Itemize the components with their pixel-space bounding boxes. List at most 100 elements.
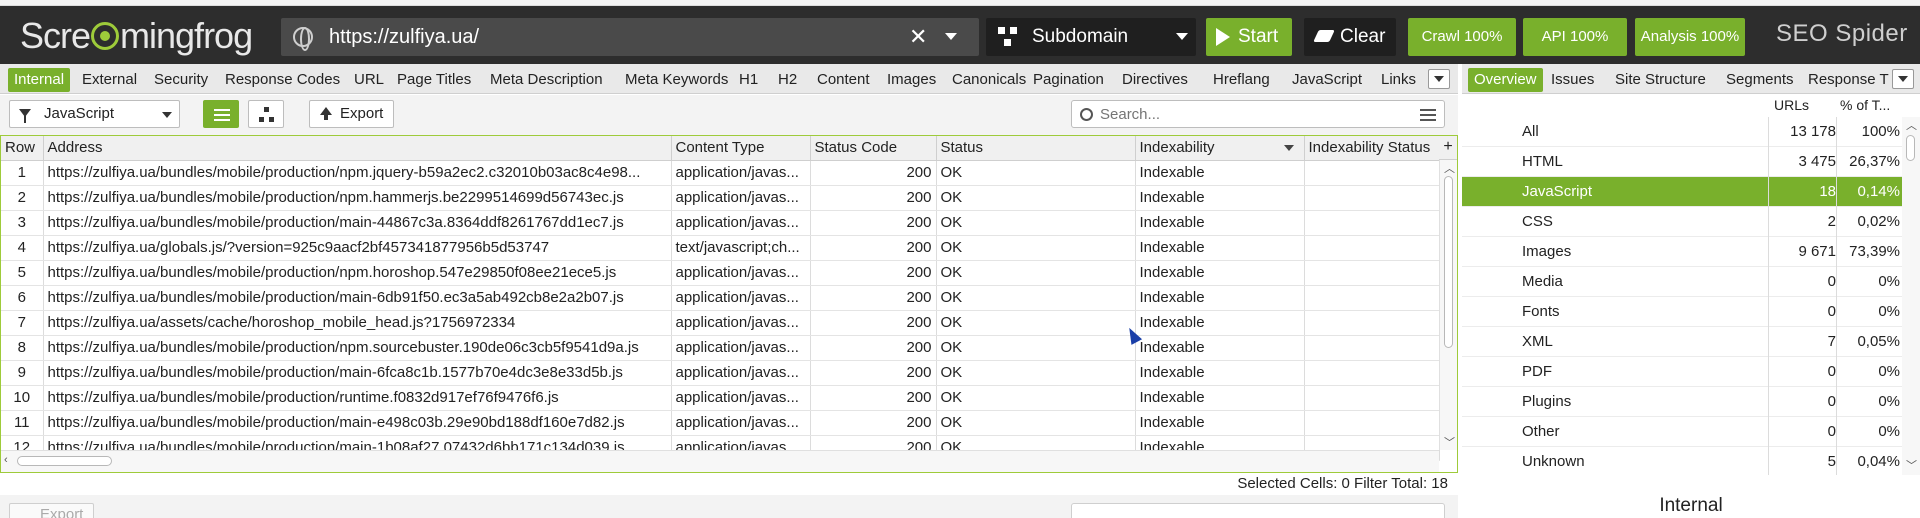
overview-row-all[interactable]: All 13 178 100% bbox=[1462, 117, 1902, 147]
table-cell-content-type[interactable]: application/javas... bbox=[671, 310, 811, 336]
table-row[interactable]: 3 https://zulfiya.ua/bundles/mobile/produ… bbox=[1, 210, 1440, 236]
table-vertical-scrollbar[interactable]: ︿ ﹀ bbox=[1439, 160, 1457, 450]
scroll-up-icon[interactable]: ︿ bbox=[1444, 160, 1455, 176]
url-input-box[interactable]: https://zulfiya.ua/ ✕ bbox=[281, 18, 979, 56]
overview-row-unknown[interactable]: Unknown 5 0,04% bbox=[1462, 447, 1902, 475]
table-row[interactable]: 9 https://zulfiya.ua/bundles/mobile/produ… bbox=[1, 360, 1440, 386]
table-cell-status[interactable]: OK bbox=[936, 385, 1136, 411]
overview-vertical-scrollbar[interactable]: ︿ ﹀ bbox=[1902, 117, 1920, 475]
table-cell-indexability-status[interactable] bbox=[1304, 185, 1440, 211]
overview-row-css[interactable]: CSS 2 0,02% bbox=[1462, 207, 1902, 237]
table-cell-address[interactable]: https://zulfiya.ua/bundles/mobile/produc… bbox=[43, 410, 672, 436]
analysis-progress-badge[interactable]: Analysis 100% bbox=[1635, 18, 1745, 56]
tab-content[interactable]: Content bbox=[811, 68, 876, 92]
table-cell-indexability[interactable]: Indexable bbox=[1135, 410, 1305, 436]
table-cell-status-code[interactable]: 200 bbox=[810, 335, 937, 361]
table-cell-indexability[interactable]: Indexable bbox=[1135, 210, 1305, 236]
scroll-down-icon[interactable]: ﹀ bbox=[1444, 434, 1455, 450]
table-cell-status[interactable]: OK bbox=[936, 310, 1136, 336]
scrollbar-thumb[interactable] bbox=[1444, 176, 1453, 348]
table-cell-indexability[interactable]: Indexable bbox=[1135, 260, 1305, 286]
overview-row-plugins[interactable]: Plugins 0 0% bbox=[1462, 387, 1902, 417]
column-header-indexability[interactable]: Indexability bbox=[1135, 136, 1305, 161]
column-header-status[interactable]: Status bbox=[936, 136, 1136, 161]
lower-export-button[interactable]: Export bbox=[9, 503, 94, 518]
table-cell-content-type[interactable]: application/javas... bbox=[671, 410, 811, 436]
table-cell-content-type[interactable]: application/javas... bbox=[671, 210, 811, 236]
table-cell-row[interactable]: 2 bbox=[1, 185, 44, 211]
table-row[interactable]: 5 https://zulfiya.ua/bundles/mobile/produ… bbox=[1, 260, 1440, 286]
tab-security[interactable]: Security bbox=[148, 68, 214, 92]
table-row[interactable]: 11 https://zulfiya.ua/bundles/mobile/prod… bbox=[1, 410, 1440, 436]
table-cell-row[interactable]: 6 bbox=[1, 285, 44, 311]
table-cell-indexability[interactable]: Indexable bbox=[1135, 385, 1305, 411]
table-cell-content-type[interactable]: application/javas... bbox=[671, 160, 811, 186]
tab-overview[interactable]: Overview bbox=[1468, 68, 1543, 92]
tree-view-button[interactable] bbox=[248, 100, 284, 128]
clear-url-icon[interactable]: ✕ bbox=[909, 24, 927, 50]
table-cell-status[interactable]: OK bbox=[936, 335, 1136, 361]
scrollbar-thumb[interactable] bbox=[17, 456, 112, 466]
table-cell-status[interactable]: OK bbox=[936, 260, 1136, 286]
table-cell-row[interactable]: 9 bbox=[1, 360, 44, 386]
table-cell-indexability[interactable]: Indexable bbox=[1135, 360, 1305, 386]
table-cell-indexability-status[interactable] bbox=[1304, 385, 1440, 411]
scroll-down-icon[interactable]: ﹀ bbox=[1906, 457, 1917, 473]
table-cell-address[interactable]: https://zulfiya.ua/globals.js/?version=9… bbox=[43, 235, 672, 261]
table-row[interactable]: 6 https://zulfiya.ua/bundles/mobile/produ… bbox=[1, 285, 1440, 311]
tab-hreflang[interactable]: Hreflang bbox=[1207, 68, 1276, 92]
tab-h2[interactable]: H2 bbox=[772, 68, 803, 92]
table-horizontal-scrollbar[interactable]: ‹ bbox=[1, 450, 1439, 472]
tab-response-codes[interactable]: Response Codes bbox=[219, 68, 346, 92]
overview-row-images[interactable]: Images 9 671 73,39% bbox=[1462, 237, 1902, 267]
table-cell-content-type[interactable]: application/javas... bbox=[671, 385, 811, 411]
tab-segments[interactable]: Segments bbox=[1720, 68, 1800, 92]
column-filter-chevron-icon[interactable] bbox=[1283, 145, 1294, 151]
tab-internal[interactable]: Internal bbox=[8, 68, 71, 92]
lower-search-box[interactable] bbox=[1071, 503, 1445, 518]
tab-canonicals[interactable]: Canonicals bbox=[946, 68, 1032, 92]
table-cell-status[interactable]: OK bbox=[936, 410, 1136, 436]
percent-column-header[interactable]: % of T... bbox=[1840, 97, 1890, 113]
overview-row-html[interactable]: HTML 3 475 26,37% bbox=[1462, 147, 1902, 177]
table-row[interactable]: 8 https://zulfiya.ua/bundles/mobile/produ… bbox=[1, 335, 1440, 361]
table-cell-address[interactable]: https://zulfiya.ua/bundles/mobile/produc… bbox=[43, 285, 672, 311]
crawl-progress-badge[interactable]: Crawl 100% bbox=[1408, 18, 1516, 56]
table-cell-status-code[interactable]: 200 bbox=[810, 260, 937, 286]
tab-meta-keywords[interactable]: Meta Keywords bbox=[619, 68, 734, 92]
table-cell-indexability[interactable]: Indexable bbox=[1135, 310, 1305, 336]
scrollbar-thumb[interactable] bbox=[1906, 135, 1915, 161]
table-cell-row[interactable]: 1 bbox=[1, 160, 44, 186]
table-cell-address[interactable]: https://zulfiya.ua/assets/cache/horoshop… bbox=[43, 310, 672, 336]
table-cell-content-type[interactable]: application/javas... bbox=[671, 185, 811, 211]
column-header-indexability-status[interactable]: Indexability Status bbox=[1304, 136, 1440, 161]
tab-pagination[interactable]: Pagination bbox=[1027, 68, 1110, 92]
tab-url[interactable]: URL bbox=[348, 68, 390, 92]
scroll-up-icon[interactable]: ︿ bbox=[1906, 117, 1917, 133]
overview-row-javascript[interactable]: JavaScript 18 0,14% bbox=[1462, 177, 1902, 207]
table-cell-status-code[interactable]: 200 bbox=[810, 185, 937, 211]
table-cell-indexability[interactable]: Indexable bbox=[1135, 335, 1305, 361]
tab-directives[interactable]: Directives bbox=[1116, 68, 1194, 92]
overview-row-pdf[interactable]: PDF 0 0% bbox=[1462, 357, 1902, 387]
table-cell-indexability[interactable]: Indexable bbox=[1135, 235, 1305, 261]
overview-row-media[interactable]: Media 0 0% bbox=[1462, 267, 1902, 297]
table-cell-status[interactable]: OK bbox=[936, 160, 1136, 186]
urls-column-header[interactable]: URLs bbox=[1774, 97, 1809, 113]
tab-external[interactable]: External bbox=[76, 68, 143, 92]
table-cell-status-code[interactable]: 200 bbox=[810, 235, 937, 261]
table-cell-row[interactable]: 11 bbox=[1, 410, 44, 436]
table-cell-status[interactable]: OK bbox=[936, 210, 1136, 236]
table-cell-status[interactable]: OK bbox=[936, 285, 1136, 311]
tab-h1[interactable]: H1 bbox=[733, 68, 764, 92]
table-cell-row[interactable]: 5 bbox=[1, 260, 44, 286]
tab-images[interactable]: Images bbox=[881, 68, 942, 92]
tab-page-titles[interactable]: Page Titles bbox=[391, 68, 477, 92]
column-header-status-code[interactable]: Status Code bbox=[810, 136, 937, 161]
more-tabs-chevron-icon[interactable] bbox=[1428, 69, 1450, 89]
table-search-box[interactable] bbox=[1071, 100, 1445, 128]
more-tabs-chevron-icon[interactable] bbox=[1892, 69, 1914, 89]
crawl-mode-select[interactable]: Subdomain bbox=[986, 18, 1196, 56]
table-cell-indexability[interactable]: Indexable bbox=[1135, 160, 1305, 186]
table-cell-content-type[interactable]: application/javas... bbox=[671, 360, 811, 386]
